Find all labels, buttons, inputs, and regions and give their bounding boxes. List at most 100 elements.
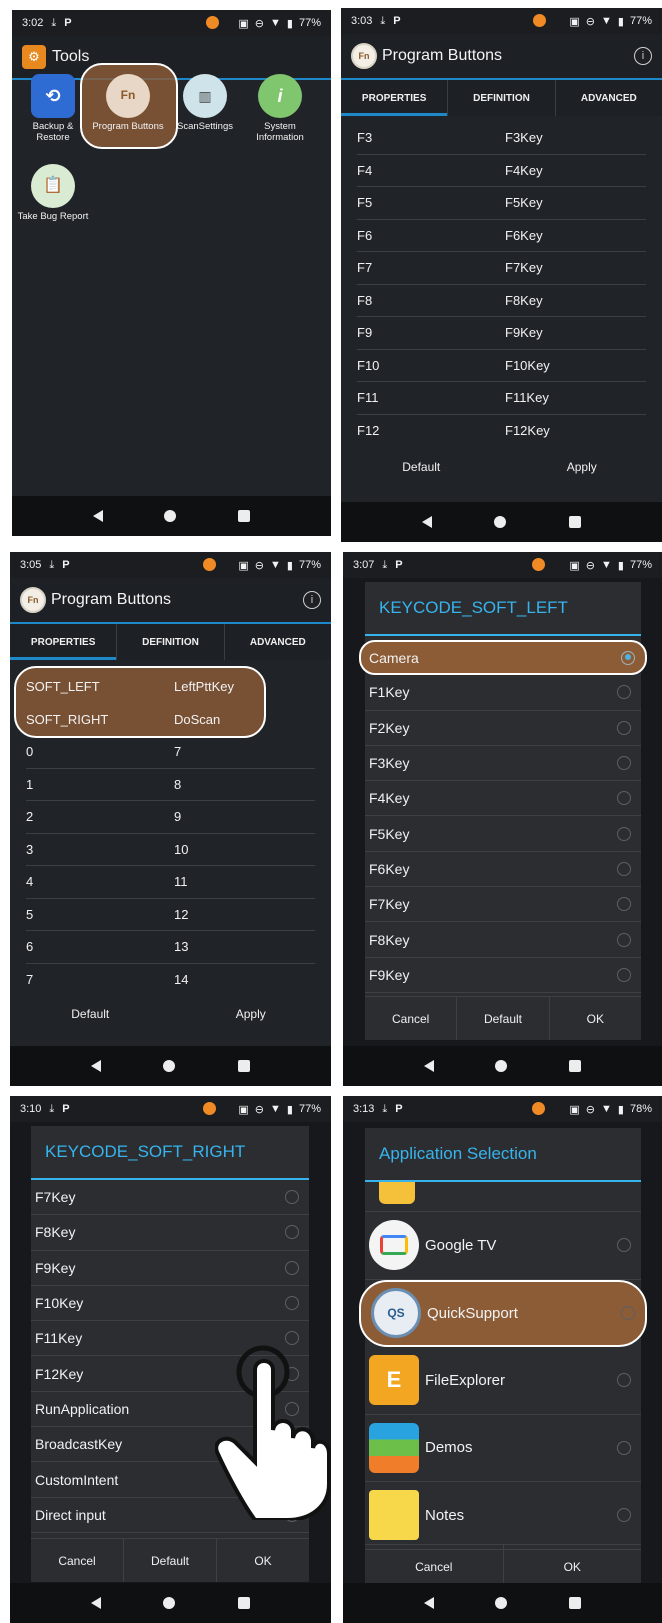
radio-icon[interactable] <box>617 1238 631 1253</box>
list-row[interactable]: 6 13 <box>26 931 315 964</box>
option-item[interactable]: F4Key <box>365 781 641 817</box>
radio-icon[interactable] <box>617 685 631 700</box>
radio-icon[interactable] <box>285 1260 299 1275</box>
tool-backup-restore[interactable]: ⟲ Backup & Restore <box>16 74 90 144</box>
radio-icon[interactable] <box>617 897 631 912</box>
home-button[interactable] <box>495 1597 508 1609</box>
home-button[interactable] <box>163 1597 176 1609</box>
list-row[interactable]: 4 11 <box>26 866 315 899</box>
back-button[interactable] <box>422 516 433 528</box>
tab-properties[interactable]: PROPERTIES <box>341 80 449 116</box>
tool-scan-settings[interactable]: ▥ ScanSettings <box>168 74 242 133</box>
radio-icon[interactable] <box>621 1306 635 1321</box>
list-row[interactable]: 18 <box>26 769 315 801</box>
list-row[interactable]: F3 F3Key <box>357 122 646 155</box>
option-item[interactable]: F8Key <box>365 922 641 958</box>
radio-icon[interactable] <box>617 1373 631 1388</box>
radio-icon[interactable] <box>617 720 631 735</box>
option-item[interactable]: F9Key <box>31 1251 309 1286</box>
list-row[interactable]: F8 F8Key <box>357 285 646 317</box>
home-button[interactable] <box>164 510 177 522</box>
list-row[interactable]: SOFT_LEFT LeftPttKey <box>26 671 315 704</box>
info-icon[interactable]: i <box>634 47 652 65</box>
cancel-button[interactable]: Cancel <box>365 1545 504 1588</box>
back-button[interactable] <box>423 1597 434 1609</box>
app-row-notes[interactable]: Notes <box>365 1482 641 1550</box>
list-row[interactable]: 3 10 <box>26 834 315 866</box>
apply-button[interactable]: Apply <box>502 460 662 474</box>
recents-button[interactable] <box>238 510 251 522</box>
recents-button[interactable] <box>237 1060 250 1072</box>
tab-properties[interactable]: PROPERTIES <box>10 624 118 660</box>
tab-advanced[interactable]: ADVANCED <box>225 624 331 660</box>
default-button[interactable]: Default <box>124 1539 217 1582</box>
recents-button[interactable] <box>569 1060 582 1072</box>
app-row-file-explorer[interactable]: E FileExplorer <box>365 1347 641 1415</box>
option-item[interactable]: F6Key <box>365 852 641 888</box>
tab-definition[interactable]: DEFINITION <box>117 624 225 660</box>
cancel-button[interactable]: Cancel <box>31 1539 124 1582</box>
radio-icon[interactable] <box>617 967 631 982</box>
radio-selected-icon[interactable] <box>621 650 635 665</box>
back-button[interactable] <box>92 510 103 522</box>
option-item[interactable]: F3Key <box>365 746 641 782</box>
recents-button[interactable] <box>237 1597 250 1609</box>
radio-icon[interactable] <box>617 791 631 806</box>
home-button[interactable] <box>494 516 507 528</box>
list-row[interactable]: F12 F12Key <box>357 415 646 448</box>
tab-advanced[interactable]: ADVANCED <box>556 80 662 116</box>
option-item[interactable]: F10Key <box>31 1286 309 1322</box>
info-icon[interactable]: i <box>303 591 321 609</box>
home-button[interactable] <box>163 1060 176 1072</box>
list-row[interactable]: 5 12 <box>26 899 315 931</box>
radio-icon[interactable] <box>617 1508 631 1523</box>
cancel-button[interactable]: Cancel <box>365 997 458 1040</box>
recents-button[interactable] <box>569 1597 582 1609</box>
back-button[interactable] <box>423 1060 434 1072</box>
list-row[interactable]: F7 F7Key <box>357 252 646 285</box>
option-item[interactable]: F2Key <box>365 711 641 746</box>
list-row[interactable]: F4 F4Key <box>357 155 646 187</box>
option-camera[interactable]: Camera <box>359 640 647 676</box>
list-row[interactable]: 29 <box>26 801 315 834</box>
option-item[interactable]: F8Key <box>31 1215 309 1251</box>
radio-icon[interactable] <box>617 861 631 876</box>
app-row-demos[interactable]: Demos <box>365 1415 641 1482</box>
back-button[interactable] <box>91 1597 102 1609</box>
list-row[interactable]: 07 <box>26 736 315 769</box>
tool-program-buttons[interactable]: Fn Program Buttons <box>91 74 165 133</box>
list-row[interactable]: F11 F11Key <box>357 382 646 415</box>
radio-icon[interactable] <box>617 932 631 947</box>
default-button[interactable]: Default <box>341 460 502 474</box>
list-row[interactable]: F5 F5Key <box>357 187 646 220</box>
option-item[interactable]: F5Key <box>365 816 641 852</box>
radio-icon[interactable] <box>285 1296 299 1311</box>
tool-take-bug-report[interactable]: 📋 Take Bug Report <box>16 164 90 223</box>
list-row[interactable]: SOFT_RIGHT DoScan <box>26 704 315 737</box>
app-row-google-tv[interactable]: Google TV <box>365 1212 641 1280</box>
home-button[interactable] <box>495 1060 508 1072</box>
ok-button[interactable]: OK <box>550 997 641 1040</box>
ok-button[interactable]: OK <box>504 1545 642 1588</box>
list-row[interactable]: F9 F9Key <box>357 317 646 350</box>
radio-icon[interactable] <box>617 756 631 771</box>
radio-icon[interactable] <box>285 1190 299 1205</box>
list-row[interactable]: F6 F6Key <box>357 220 646 252</box>
app-row-quicksupport[interactable]: QS QuickSupport <box>359 1279 647 1347</box>
option-item[interactable]: F9Key <box>365 958 641 993</box>
list-row[interactable]: F10 F10Key <box>357 350 646 382</box>
recents-button[interactable] <box>568 516 581 528</box>
apply-button[interactable]: Apply <box>171 1007 332 1021</box>
option-item[interactable]: F7Key <box>31 1180 309 1216</box>
option-item[interactable]: F7Key <box>365 887 641 923</box>
radio-icon[interactable] <box>617 826 631 841</box>
default-button[interactable]: Default <box>10 1007 171 1021</box>
radio-icon[interactable] <box>285 1225 299 1240</box>
ok-button[interactable]: OK <box>217 1539 309 1582</box>
default-button[interactable]: Default <box>457 997 550 1040</box>
radio-icon[interactable] <box>617 1440 631 1455</box>
tool-system-information[interactable]: i System Information <box>243 74 317 144</box>
list-row[interactable]: 7 14 <box>26 964 315 997</box>
tab-definition[interactable]: DEFINITION <box>448 80 556 116</box>
back-button[interactable] <box>91 1060 102 1072</box>
